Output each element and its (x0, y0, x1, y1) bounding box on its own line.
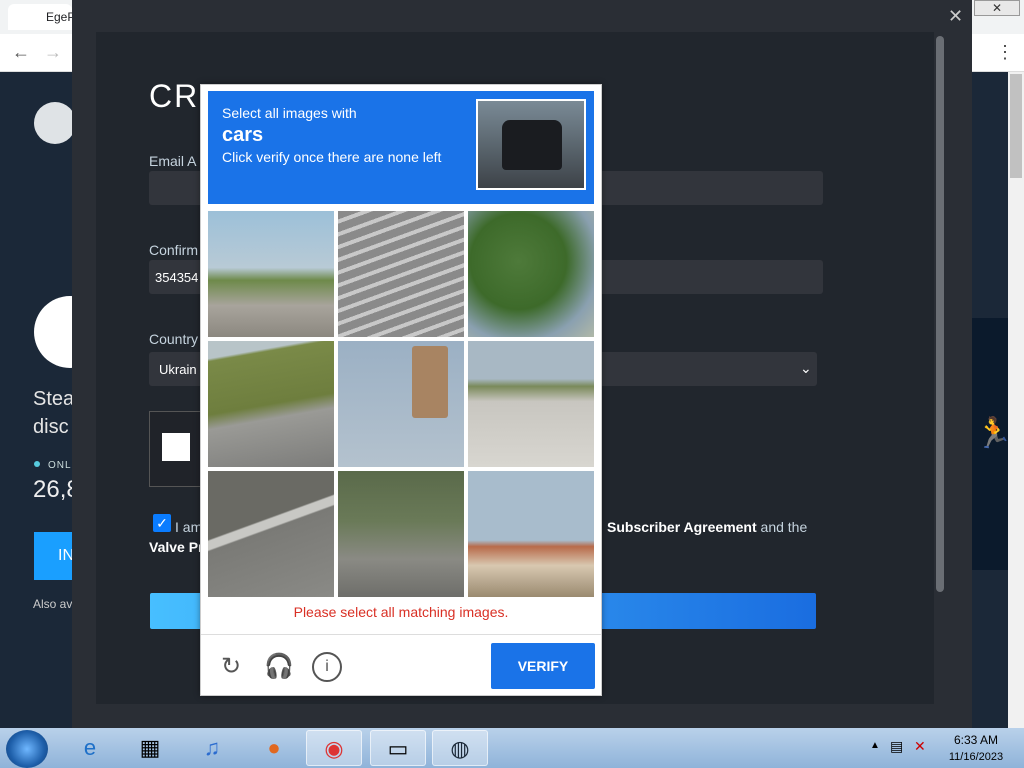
modal-scrollbar-thumb[interactable] (936, 36, 944, 592)
captcha-sub-instruction: Click verify once there are none left (222, 149, 442, 165)
promo-line-2: disc (33, 416, 69, 438)
steam-taskbar-icon[interactable]: ◍ (432, 730, 488, 766)
email-label: Email A (149, 153, 197, 169)
refresh-icon[interactable]: ↻ (216, 652, 246, 682)
recaptcha-checkbox[interactable] (162, 433, 190, 461)
tile-parking-lot[interactable] (338, 471, 464, 597)
internet-explorer-icon[interactable]: e (62, 730, 118, 766)
agree-suffix: and the (756, 519, 808, 535)
back-arrow-icon[interactable]: ← (12, 42, 30, 63)
verify-button[interactable]: VERIFY (491, 643, 595, 689)
confirm-email-value: 354354 (155, 270, 199, 285)
itunes-icon[interactable]: ♫ (184, 730, 240, 766)
captcha-target: cars (222, 124, 264, 146)
captcha-error-text: Please select all matching images. (293, 604, 509, 620)
tile-road-car[interactable] (468, 341, 594, 467)
clock-date[interactable]: 11/16/2023 (942, 751, 1010, 763)
steam-promo-text: Stea disc (33, 385, 73, 441)
info-icon[interactable]: i (312, 652, 342, 682)
forward-arrow-icon[interactable]: → (44, 42, 62, 63)
page-scrollbar-thumb[interactable] (1010, 74, 1022, 178)
steam-logo-icon[interactable] (34, 102, 76, 144)
browser-menu-icon[interactable]: ⋮ (996, 42, 1014, 63)
captcha-instruction: Select all images with (222, 105, 357, 121)
promo-line-1: Stea (33, 388, 73, 410)
page-title: CR (149, 78, 200, 114)
tile-trees[interactable] (468, 211, 594, 337)
confirm-email-label: Confirm (149, 242, 199, 258)
browser-tab[interactable]: EgeP (8, 4, 72, 30)
tile-intersection[interactable] (208, 211, 334, 337)
tile-crosswalk-corner[interactable] (208, 471, 334, 597)
volume-muted-icon[interactable]: ✕ (914, 738, 926, 755)
country-value: Ukrain (159, 362, 197, 377)
chevron-down-icon[interactable]: ⌄ (800, 360, 812, 377)
tab-title: EgeP (46, 10, 72, 24)
online-dot-icon (34, 461, 40, 467)
valve-privacy-link[interactable]: Valve Pr (149, 539, 201, 555)
clock-time[interactable]: 6:33 AM (946, 733, 1006, 747)
install-steam-button[interactable]: IN (34, 532, 74, 580)
start-button[interactable] (6, 730, 48, 768)
network-icon[interactable]: ▤ (890, 738, 903, 755)
subscriber-agreement-link[interactable]: Subscriber Agreement (607, 519, 757, 535)
agree-checkbox[interactable]: ✓ (153, 514, 171, 532)
running-figure-icon: 🏃 (975, 417, 1013, 450)
tile-crosswalk-stripes[interactable] (338, 211, 464, 337)
laptop-app-icon[interactable]: ▭ (370, 730, 426, 766)
firefox-icon[interactable]: ● (246, 730, 302, 766)
tray-expand-icon[interactable]: ▲ (870, 740, 880, 751)
media-library-icon[interactable]: ▦ (122, 730, 178, 766)
tile-palm-house[interactable] (468, 471, 594, 597)
tile-grass-road[interactable] (208, 341, 334, 467)
modal-close-icon[interactable]: ✕ (948, 6, 963, 27)
headphones-icon[interactable]: 🎧 (264, 652, 294, 682)
window-close-button[interactable]: ✕ (974, 0, 1020, 16)
country-label: Country (149, 331, 199, 347)
car-icon (502, 120, 562, 170)
chrome-icon[interactable]: ◉ (306, 730, 362, 766)
traffic-light-icon (412, 346, 448, 418)
also-available-text: Also av (33, 597, 73, 611)
agree-text-tail: Subscriber Agreement and the (607, 519, 807, 535)
captcha-divider (201, 634, 601, 635)
